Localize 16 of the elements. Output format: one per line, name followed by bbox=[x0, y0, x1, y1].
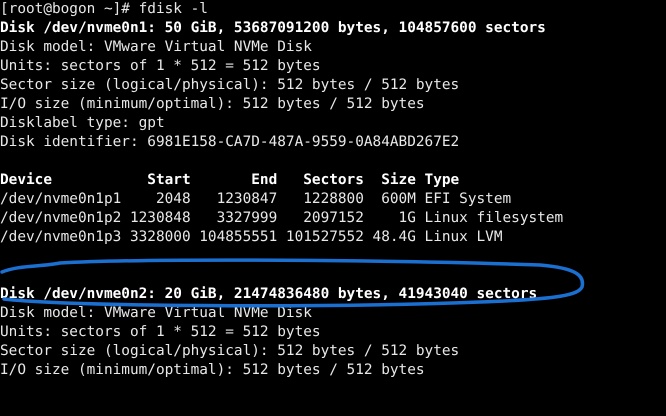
terminal-line: Disk /dev/nvme0n2: 20 GiB, 21474836480 bytes, 41943040 sectors bbox=[0, 285, 538, 304]
terminal-line: I/O size (minimum/optimal): 512 bytes / 512 bytes bbox=[0, 361, 425, 380]
terminal-line: Disk identifier: 6981E158-CA7D-487A-9559-0A84ABD267E2 bbox=[0, 133, 460, 152]
terminal-line: Disk model: VMware Virtual NVMe Disk bbox=[0, 38, 312, 57]
terminal-line: Sector size (logical/physical): 512 bytes / 512 bytes bbox=[0, 76, 460, 95]
terminal-line: /dev/nvme0n1p3 3328000 104855551 101527552 48.4G Linux LVM bbox=[0, 228, 503, 247]
terminal-line: Device Start End Sectors Size Type bbox=[0, 171, 460, 190]
terminal-line: /dev/nvme0n1p2 1230848 3327999 2097152 1G Linux filesystem bbox=[0, 209, 564, 228]
terminal-line: I/O size (minimum/optimal): 512 bytes / 512 bytes bbox=[0, 95, 425, 114]
terminal-line: Disk /dev/nvme0n1: 50 GiB, 53687091200 bytes, 104857600 sectors bbox=[0, 19, 546, 38]
terminal-line: [root@bogon ~]# fdisk -l bbox=[0, 0, 208, 19]
terminal-line: Disklabel type: gpt bbox=[0, 114, 165, 133]
terminal-line: Units: sectors of 1 * 512 = 512 bytes bbox=[0, 57, 321, 76]
terminal-line: Units: sectors of 1 * 512 = 512 bytes bbox=[0, 323, 321, 342]
terminal-line: /dev/nvme0n1p1 2048 1230847 1228800 600M EFI System bbox=[0, 190, 512, 209]
terminal-line: Sector size (logical/physical): 512 bytes / 512 bytes bbox=[0, 342, 460, 361]
